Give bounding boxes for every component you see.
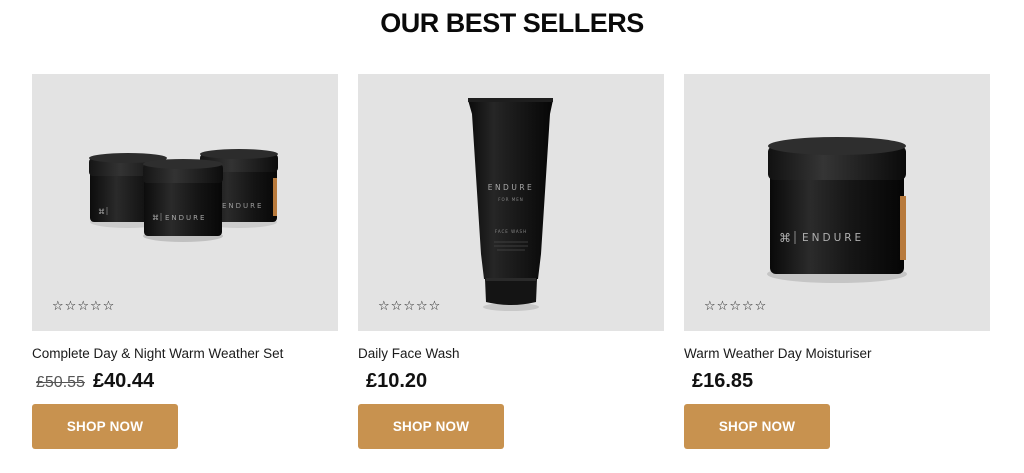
star-rating: ☆ ☆ ☆ ☆ ☆ — [52, 300, 114, 313]
star-rating: ☆ ☆ ☆ ☆ ☆ — [704, 300, 766, 313]
svg-text:ENDURE: ENDURE — [222, 202, 263, 210]
star-empty-icon: ☆ — [378, 299, 390, 314]
product-card: ENDURE ⌘ ENDURE ⌘ ☆ ☆ ☆ ☆ ☆ Complete Day… — [32, 74, 338, 449]
star-empty-icon: ☆ — [390, 299, 403, 314]
svg-text:ENDURE: ENDURE — [165, 214, 206, 222]
star-empty-icon: ☆ — [102, 299, 115, 314]
product-card: ⌘ ENDURE ☆ ☆ ☆ ☆ ☆ Warm Weather Day Mois… — [684, 74, 990, 449]
star-rating: ☆ ☆ ☆ ☆ ☆ — [378, 300, 440, 313]
face-wash-tube-image: ENDURE FOR MEN FACE WASH — [468, 98, 553, 311]
svg-text:ENDURE: ENDURE — [488, 183, 535, 192]
star-empty-icon: ☆ — [729, 299, 741, 314]
product-name[interactable]: Daily Face Wash — [358, 346, 460, 361]
star-empty-icon: ☆ — [89, 299, 102, 314]
product-image[interactable]: ⌘ ENDURE ☆ ☆ ☆ ☆ ☆ — [684, 74, 990, 331]
product-card: ENDURE FOR MEN FACE WASH ☆ ☆ ☆ ☆ ☆ Daily… — [358, 74, 664, 449]
star-empty-icon: ☆ — [52, 299, 64, 314]
star-empty-icon: ☆ — [716, 299, 729, 314]
shop-now-button[interactable]: SHOP NOW — [32, 404, 178, 449]
star-empty-icon: ☆ — [415, 299, 428, 314]
svg-text:⌘: ⌘ — [98, 208, 105, 216]
moisturiser-jar-image: ⌘ ENDURE — [767, 137, 907, 283]
three-jars-image: ENDURE ⌘ ENDURE ⌘ — [89, 149, 278, 242]
price-row: £50.55 £40.44 — [36, 370, 154, 393]
star-empty-icon: ☆ — [403, 299, 415, 314]
price-row: £10.20 — [366, 370, 427, 393]
product-image[interactable]: ENDURE ⌘ ENDURE ⌘ ☆ ☆ ☆ ☆ ☆ — [32, 74, 338, 331]
svg-text:FACE WASH: FACE WASH — [495, 229, 527, 234]
star-empty-icon: ☆ — [77, 299, 89, 314]
star-empty-icon: ☆ — [754, 299, 767, 314]
product-name[interactable]: Complete Day & Night Warm Weather Set — [32, 346, 283, 361]
product-image[interactable]: ENDURE FOR MEN FACE WASH ☆ ☆ ☆ ☆ ☆ — [358, 74, 664, 331]
sale-price: £40.44 — [92, 370, 155, 392]
price-row: £16.85 — [692, 370, 753, 393]
price: £10.20 — [366, 370, 428, 392]
star-empty-icon: ☆ — [428, 299, 441, 314]
section-title: OUR BEST SELLERS — [380, 8, 644, 38]
shop-now-button[interactable]: SHOP NOW — [358, 404, 504, 449]
old-price: £50.55 — [36, 374, 85, 391]
svg-text:⌘: ⌘ — [779, 231, 791, 245]
price: £16.85 — [692, 370, 754, 392]
svg-text:FOR MEN: FOR MEN — [498, 197, 523, 202]
star-empty-icon: ☆ — [704, 299, 716, 314]
star-empty-icon: ☆ — [64, 299, 77, 314]
shop-now-button[interactable]: SHOP NOW — [684, 404, 830, 449]
product-name[interactable]: Warm Weather Day Moisturiser — [684, 346, 872, 361]
star-empty-icon: ☆ — [741, 299, 754, 314]
svg-text:ENDURE: ENDURE — [802, 232, 864, 244]
svg-text:⌘: ⌘ — [152, 214, 159, 222]
